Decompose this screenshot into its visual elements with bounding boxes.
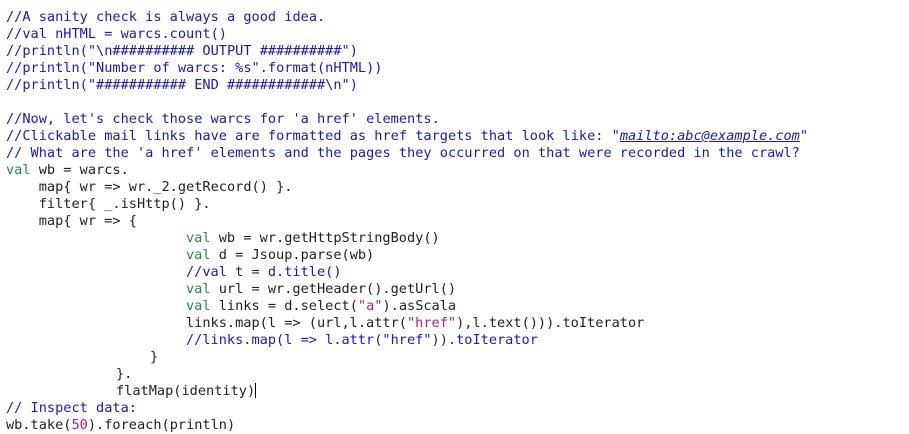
number-literal: 50 <box>71 417 88 433</box>
code-line: val d = Jsoup.parse(wb) <box>186 247 374 264</box>
keyword: val <box>186 281 211 297</box>
code-text: links = d.select( <box>210 298 358 314</box>
code-line: //println("########### END ############\… <box>6 77 358 93</box>
code-text: wb = warcs. <box>30 162 129 178</box>
code-text: d = Jsoup.parse(wb) <box>210 247 375 263</box>
keyword: val <box>186 298 211 314</box>
code-text: links.map(l => (url,l.attr( <box>186 315 407 331</box>
code-line: //println("Number of warcs: %s".format(n… <box>6 60 383 76</box>
code-line: map{ wr => wr._2.getRecord() }. <box>6 179 293 195</box>
mailto-link[interactable]: mailto:abc@example.com <box>620 128 800 144</box>
code-line: flatMap(identity) <box>116 383 257 400</box>
code-line: filter{ _.isHttp() }. <box>6 196 211 212</box>
code-editor[interactable]: //A sanity check is always a good idea. … <box>0 0 909 434</box>
code-line: val links = d.select("a").asScala <box>186 298 456 315</box>
code-line: // What are the 'a href' elements and th… <box>6 145 800 161</box>
code-text: flatMap(identity) <box>116 383 256 399</box>
code-line: //links.map(l => l.attr("href")).toItera… <box>186 332 538 348</box>
code-text: ),l.text())).toIterator <box>456 315 645 331</box>
code-line: //A sanity check is always a good idea. <box>6 9 326 25</box>
code-line: //val nHTML = warcs.count() <box>6 26 227 42</box>
code-line: //Clickable mail links have are formatte… <box>6 128 808 145</box>
code-line: map{ wr => { <box>6 213 137 229</box>
code-text: url = wr.getHeader().getUrl() <box>210 281 457 297</box>
code-line: }. <box>116 366 133 382</box>
code-text: wb = wr.getHttpStringBody() <box>210 230 440 246</box>
code-line: //println("\n########## OUTPUT #########… <box>6 43 358 59</box>
code-line: //val t = d.title() <box>186 264 342 280</box>
code-line: // Inspect data: <box>6 400 137 416</box>
text-cursor <box>255 383 257 398</box>
code-line: val wb = warcs. <box>6 162 129 179</box>
code-line: wb.take(50).foreach(println) <box>6 417 235 434</box>
code-line: //Now, let's check those warcs for 'a hr… <box>6 111 440 127</box>
code-line: } <box>150 349 159 365</box>
code-text: ).foreach(println) <box>87 417 236 433</box>
code-text: " <box>799 128 809 144</box>
keyword: val <box>186 247 211 263</box>
code-text: ).asScala <box>382 298 457 314</box>
code-line: links.map(l => (url,l.attr("href"),l.tex… <box>186 315 644 332</box>
code-text: //Clickable mail links have are formatte… <box>6 128 620 144</box>
keyword: val <box>186 230 211 246</box>
keyword: val <box>6 162 31 178</box>
code-line: val url = wr.getHeader().getUrl() <box>186 281 456 298</box>
code-text: wb.take( <box>6 417 72 433</box>
string-literal: "a" <box>357 298 383 314</box>
code-line: val wb = wr.getHttpStringBody() <box>186 230 440 247</box>
string-literal: "href" <box>406 315 457 331</box>
